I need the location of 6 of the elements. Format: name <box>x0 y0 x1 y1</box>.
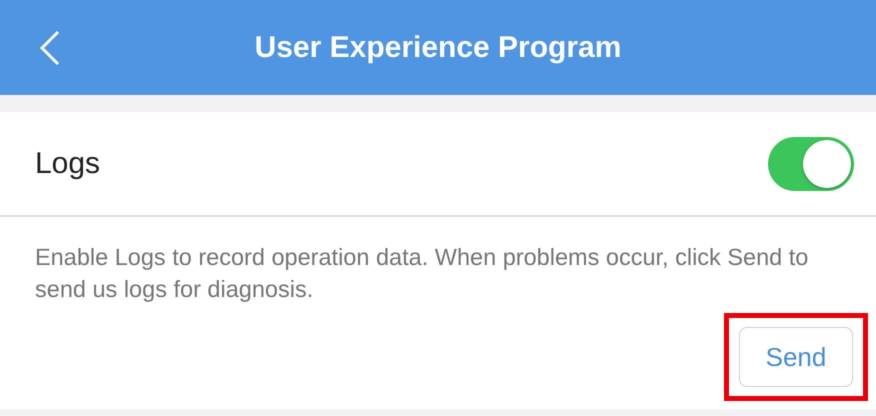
description-text: Enable Logs to record operation data. When problems occur, click Send to send us logs for diagnosis. <box>35 243 810 304</box>
back-icon[interactable] <box>38 30 62 66</box>
logs-toggle[interactable] <box>768 136 854 190</box>
screen-title: User Experience Program <box>254 30 622 64</box>
send-button[interactable]: Send <box>739 327 853 387</box>
logs-label: Logs <box>35 146 100 180</box>
